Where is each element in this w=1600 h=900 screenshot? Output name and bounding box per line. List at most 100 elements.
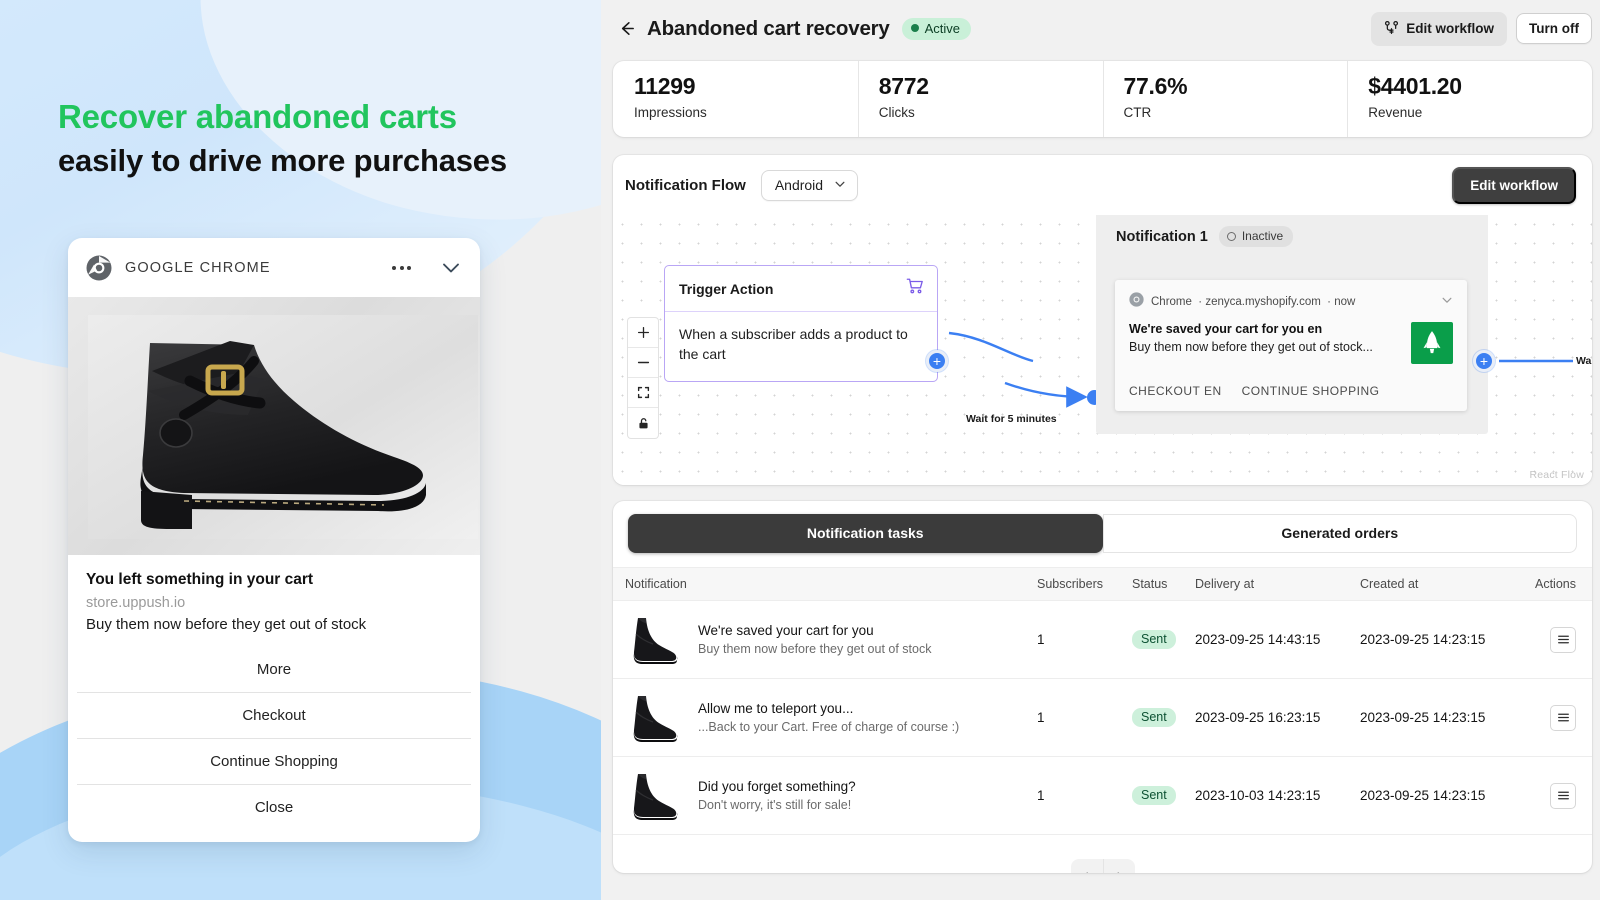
flow-node-notification-1[interactable]: Notification 1 Inactive Chrome · zenyca.…: [1096, 215, 1488, 434]
add-step-button-2[interactable]: +: [1473, 350, 1495, 372]
chevron-down-icon[interactable]: [440, 257, 462, 279]
status-dot-icon: [910, 24, 919, 32]
tab-generated-orders[interactable]: Generated orders: [1102, 514, 1577, 553]
cell-actions: [1535, 626, 1576, 653]
status-pill: Sent: [1132, 630, 1176, 649]
push-action-continue-shopping[interactable]: CONTINUE SHOPPING: [1242, 384, 1380, 398]
column-header-notification: Notification: [625, 577, 687, 591]
pagination-next-button[interactable]: ›: [1102, 859, 1135, 873]
cell-subscribers: 1: [1037, 788, 1045, 803]
platform-select[interactable]: Android: [760, 169, 859, 201]
flow-panel-header: Notification Flow Android Edit workflow: [613, 155, 1592, 215]
push-preview-header: Chrome · zenyca.myshopify.com · now: [1129, 292, 1453, 312]
zoom-out-icon[interactable]: [628, 348, 658, 378]
rocket-icon: [1423, 331, 1441, 354]
cell-notification: We're saved your cart for you Buy them n…: [625, 612, 1037, 668]
stat-value: 8772: [878, 73, 929, 99]
mockup-description: Buy them now before they get out of stoc…: [86, 616, 367, 633]
table-row[interactable]: Allow me to teleport you... ...Back to y…: [613, 679, 1592, 757]
row-actions-menu-icon[interactable]: [1550, 626, 1576, 653]
lock-icon[interactable]: [628, 408, 658, 438]
chrome-icon: [86, 255, 112, 281]
platform-select-value: Android: [774, 176, 824, 193]
status-badge: Active: [901, 17, 972, 40]
chevron-down-icon[interactable]: [1441, 293, 1453, 311]
mockup-url: store.uppush.io: [86, 595, 186, 611]
cell-status: Sent: [1132, 708, 1195, 727]
cell-delivery-at: 2023-10-03 14:23:15: [1195, 788, 1321, 803]
cell-notification: Did you forget something? Don't worry, i…: [625, 768, 1037, 824]
notification-tasks-panel: Notification tasks Generated orders Noti…: [613, 501, 1592, 873]
mockup-header: GOOGLE CHROME: [68, 238, 480, 297]
stat-clicks: 8772 Clicks: [857, 61, 1103, 137]
mockup-action-close[interactable]: Close: [77, 785, 471, 838]
cell-actions: [1535, 704, 1576, 731]
mockup-body: You left something in your cart store.up…: [68, 555, 480, 633]
stat-revenue: $4401.20 Revenue: [1347, 61, 1592, 137]
stat-value: 11299: [634, 73, 696, 99]
table-row[interactable]: Did you forget something? Don't worry, i…: [613, 757, 1592, 835]
flow-edit-workflow-button[interactable]: Edit workflow: [1452, 166, 1576, 204]
stat-impressions: 11299 Impressions: [613, 61, 858, 137]
row-actions-menu-icon[interactable]: [1550, 704, 1576, 731]
column-header-subscribers: Subscribers: [1037, 577, 1103, 591]
pagination: ‹ ›: [613, 859, 1592, 873]
mockup-action-list: More Checkout Continue Shopping Close: [68, 647, 480, 842]
more-options-icon[interactable]: [392, 266, 411, 270]
edit-workflow-label: Edit workflow: [1406, 21, 1495, 36]
pagination-prev-button[interactable]: ‹: [1070, 859, 1103, 873]
panel-tabs: Notification tasks Generated orders: [613, 501, 1592, 553]
mockup-action-continue-shopping[interactable]: Continue Shopping: [77, 739, 471, 785]
page-topbar: Abandoned cart recovery Active Edit work…: [601, 0, 1600, 57]
mockup-action-checkout[interactable]: Checkout: [77, 693, 471, 739]
push-preview-content: We're saved your cart for you en Buy the…: [1129, 322, 1453, 364]
notification-status-badge: Inactive: [1218, 226, 1294, 247]
row-product-thumbnail: [625, 768, 683, 824]
cell-actions: [1535, 782, 1576, 809]
mockup-action-more[interactable]: More: [77, 647, 471, 693]
push-action-checkout[interactable]: CHECKOUT EN: [1129, 384, 1222, 398]
table-header-row: Notification Subscribers Status Delivery…: [613, 567, 1592, 601]
edge-label-wait-5-minutes: Wait for 5 minutes: [966, 413, 1057, 425]
row-title: Allow me to teleport you...: [698, 701, 854, 716]
tab-notification-tasks[interactable]: Notification tasks: [628, 514, 1103, 553]
row-subtitle: Buy them now before they get out of stoc…: [698, 642, 932, 656]
promo-heading-block: Recover abandoned carts easily to drive …: [0, 0, 601, 181]
push-domain: zenyca.myshopify.com: [1205, 296, 1321, 308]
row-text: We're saved your cart for you Buy them n…: [698, 623, 931, 656]
stat-label: Revenue: [1368, 105, 1423, 121]
row-text: Allow me to teleport you... ...Back to y…: [698, 701, 959, 734]
flow-panel-title: Notification Flow: [625, 176, 746, 194]
push-preview-thumbnail: [1411, 322, 1453, 364]
row-title: Did you forget something?: [698, 779, 856, 794]
cell-subscribers: 1: [1037, 632, 1045, 647]
page-title: Abandoned cart recovery: [647, 16, 890, 40]
zoom-in-icon[interactable]: [628, 318, 658, 348]
add-step-button-1[interactable]: +: [926, 350, 948, 372]
stat-label: Clicks: [878, 105, 915, 121]
promo-headline-green: Recover abandoned carts: [58, 98, 457, 135]
trigger-node-body: When a subscriber adds a product to the …: [679, 326, 908, 363]
push-notification-mockup: GOOGLE CHROME You left something in your…: [68, 238, 480, 842]
flow-node-trigger[interactable]: Trigger Action When a subscriber adds a …: [664, 265, 938, 382]
trigger-node-title: Trigger Action: [679, 280, 774, 297]
trigger-node-header: Trigger Action: [665, 266, 937, 312]
push-preview-meta: Chrome · zenyca.myshopify.com · now: [1151, 296, 1356, 308]
status-pill: Sent: [1132, 708, 1176, 727]
cell-created-at: 2023-09-25 14:23:15: [1360, 710, 1486, 725]
stats-bar: 11299 Impressions 8772 Clicks 77.6% CTR …: [613, 61, 1592, 137]
row-product-thumbnail: [625, 690, 683, 746]
turn-off-button[interactable]: Turn off: [1516, 13, 1592, 44]
row-actions-menu-icon[interactable]: [1550, 782, 1576, 809]
notification-node-header: Notification 1 Inactive: [1096, 215, 1488, 247]
edit-workflow-button[interactable]: Edit workflow: [1371, 11, 1508, 46]
flow-zoom-controls: [628, 318, 658, 438]
table-row[interactable]: We're saved your cart for you Buy them n…: [613, 601, 1592, 679]
notification-flow-panel: Notification Flow Android Edit workflow: [613, 155, 1592, 485]
push-source: Chrome: [1151, 296, 1192, 308]
back-arrow-icon[interactable]: [613, 16, 639, 42]
status-pill: Sent: [1132, 786, 1176, 805]
row-subtitle: ...Back to your Cart. Free of charge of …: [698, 720, 960, 734]
fit-view-icon[interactable]: [628, 378, 658, 408]
flow-canvas[interactable]: Trigger Action When a subscriber adds a …: [613, 215, 1592, 485]
